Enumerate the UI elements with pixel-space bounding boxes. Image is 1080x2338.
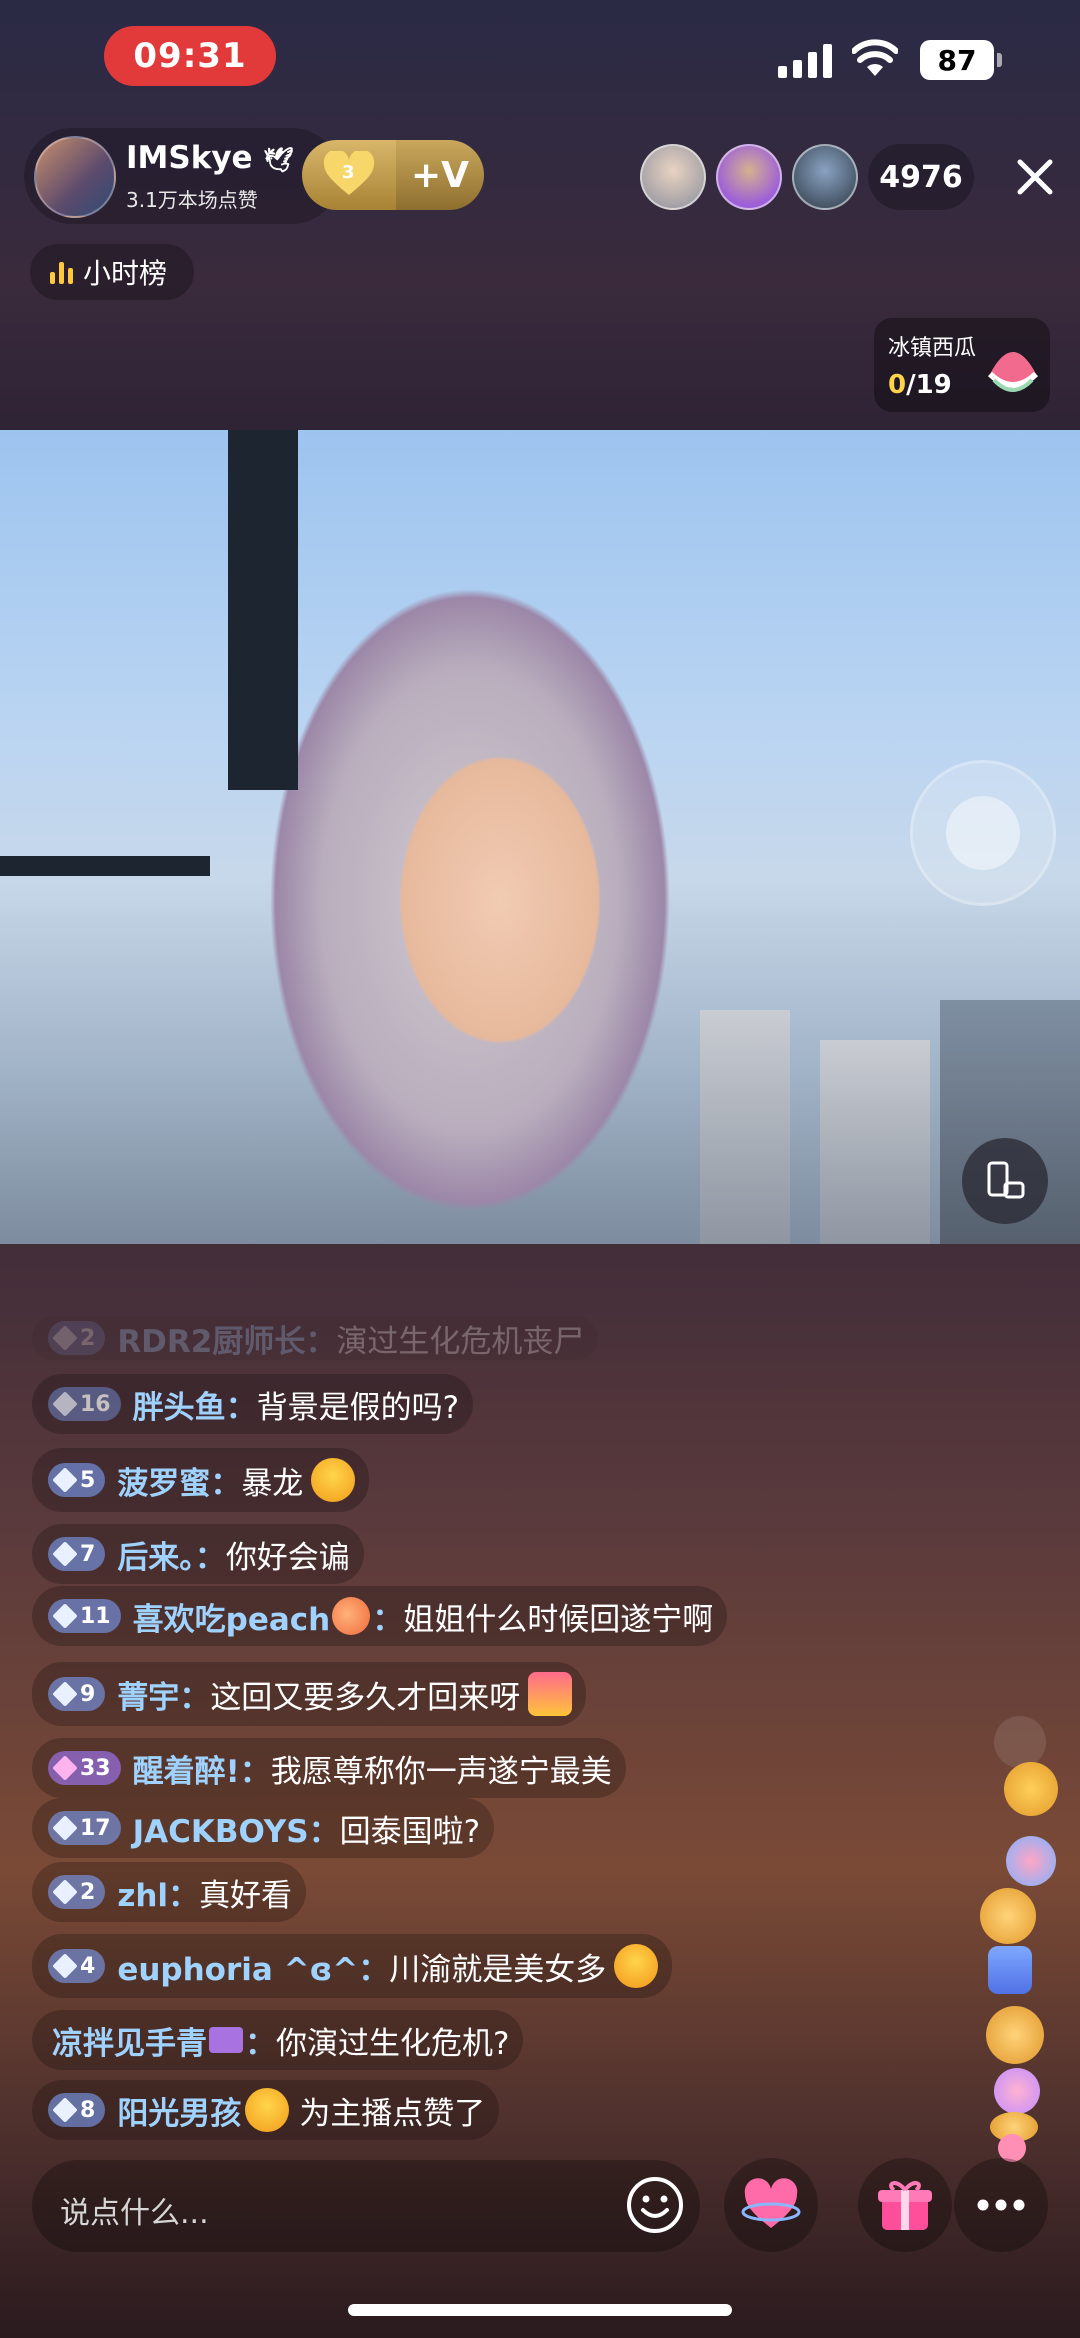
user-level-badge: 2 <box>48 1321 106 1355</box>
viewer-avatar-1[interactable] <box>640 144 706 210</box>
chat-username[interactable]: 凉拌见手青 <box>52 2018 207 2063</box>
host-avatar[interactable] <box>34 136 116 218</box>
chat-text: 川渝就是美女多 <box>389 1951 607 1988</box>
chat-text: 为主播点赞了 <box>299 2095 486 2132</box>
close-icon[interactable] <box>1010 152 1060 202</box>
finger-heart-emoji-icon <box>528 1672 573 1716</box>
chat-message[interactable]: 4 euphoria ^ɞ^： 川渝就是美女多 <box>32 1934 673 1998</box>
chat-text: 你演过生化危机? <box>276 2025 510 2062</box>
chat-text: 你好会谝 <box>225 1539 350 1576</box>
user-level-badge: 11 <box>48 1599 121 1633</box>
chat-username[interactable]: euphoria ^ɞ^： <box>117 1944 389 1989</box>
chat-message[interactable]: 2 RDR2厨师长： 演过生化危机丧尸 <box>32 1316 599 1361</box>
shocked-face-emoji-icon <box>311 1458 356 1502</box>
rock-hand-emoji-icon <box>980 1888 1036 1944</box>
watermelon-icon <box>987 352 1039 392</box>
chat-text: 暴龙 <box>241 1465 304 1502</box>
chat-message[interactable]: 16 胖头鱼： 背景是假的吗? <box>32 1374 474 1434</box>
chat-username-suffix: ： <box>245 2025 276 2062</box>
chart-bars-icon <box>50 260 73 284</box>
user-level-badge: 2 <box>48 1875 106 1909</box>
heart-emoji-icon <box>1006 1836 1056 1886</box>
lightning-emoji-icon <box>988 1946 1032 1994</box>
like-button[interactable] <box>724 2158 818 2252</box>
comment-placeholder: 说点什么... <box>60 2196 209 2231</box>
chat-message[interactable]: 5 菠罗蜜： 暴龙 <box>32 1448 370 1512</box>
task-progress: 0/19 <box>888 370 952 400</box>
hourly-rank-button[interactable]: 小时榜 <box>30 244 194 300</box>
chat-message[interactable]: 11 喜欢吃peach ： 姐姐什么时候回遂宁啊 <box>32 1586 728 1646</box>
chat-text: 回泰国啦? <box>339 1813 481 1850</box>
status-time: 09:31 <box>104 26 276 86</box>
window-frame <box>228 430 298 790</box>
chat-text: 这回又要多久才回来呀 <box>210 1679 521 1716</box>
building <box>820 1040 930 1244</box>
chat-username[interactable]: RDR2厨师长： <box>117 1316 336 1361</box>
fan-level: 3 <box>342 162 355 183</box>
chat-username[interactable]: 胖头鱼： <box>133 1382 257 1427</box>
chat-username[interactable]: zhl： <box>117 1870 199 1915</box>
viewer-avatar-2[interactable] <box>716 144 782 210</box>
rotate-screen-icon[interactable] <box>962 1138 1048 1224</box>
thumbs-up-emoji-icon <box>1004 1762 1058 1816</box>
viewer-avatar-3[interactable] <box>792 144 858 210</box>
user-level-badge: 4 <box>48 1949 106 1983</box>
gift-icon <box>878 2181 932 2230</box>
smile-icon[interactable] <box>624 2174 686 2236</box>
wifi-icon <box>852 39 898 76</box>
chat-message[interactable]: 8 阳光男孩 为主播点赞了 <box>32 2080 500 2140</box>
floating-assist-knob <box>946 796 1020 870</box>
user-level-badge: 5 <box>48 1463 106 1497</box>
more-icon[interactable] <box>954 2158 1048 2252</box>
chat-username[interactable]: 醒着醉!： <box>133 1746 271 1791</box>
chat-text: 背景是假的吗? <box>256 1389 460 1426</box>
rock-hand-emoji-icon <box>986 2006 1044 2064</box>
smiling-hearts-emoji-icon <box>245 2088 290 2132</box>
chat-username[interactable]: 阳光男孩 <box>117 2088 241 2133</box>
chat-username[interactable]: 喜欢吃peach <box>133 1594 331 1639</box>
heart-emoji-icon <box>994 2068 1040 2114</box>
peach-emoji-icon <box>332 1597 371 1635</box>
fan-club-button[interactable]: 3 <box>302 140 396 210</box>
user-level-badge: 17 <box>48 1811 121 1845</box>
chat-message[interactable]: 9 菁宇： 这回又要多久才回来呀 <box>32 1662 587 1726</box>
user-level-badge: 33 <box>48 1751 121 1785</box>
building <box>700 1010 790 1244</box>
task-title: 冰镇西瓜 <box>888 336 977 361</box>
rank-label: 小时榜 <box>83 257 168 290</box>
window-frame-rail <box>0 856 210 876</box>
like-bubble-icon <box>994 1716 1046 1768</box>
chat-username-suffix: ： <box>372 1601 404 1638</box>
chat-message[interactable]: 33 醒着醉!： 我愿尊称你一声遂宁最美 <box>32 1738 626 1798</box>
chat-text: 真好看 <box>199 1877 293 1914</box>
chat-text: 姐姐什么时候回遂宁啊 <box>403 1601 714 1638</box>
home-indicator[interactable] <box>348 2304 732 2316</box>
chat-message[interactable]: 7 后来。： 你好会谝 <box>32 1524 364 1584</box>
cellular-signal-icon <box>778 42 836 78</box>
heart-icon <box>741 2178 801 2228</box>
host-name[interactable]: IMSkye 🕊 <box>126 140 294 176</box>
chat-username[interactable]: 菁宇： <box>117 1672 210 1717</box>
user-level-badge: 9 <box>48 1677 106 1711</box>
space-invader-emoji-icon <box>209 2027 243 2053</box>
user-level-badge: 8 <box>48 2093 106 2127</box>
user-level-badge: 7 <box>48 1537 106 1571</box>
dove-icon: 🕊 <box>263 146 294 174</box>
viewer-count[interactable]: 4976 <box>868 144 974 210</box>
chat-username[interactable]: JACKBOYS： <box>133 1806 340 1851</box>
chat-message[interactable]: 2 zhl： 真好看 <box>32 1862 307 1922</box>
follow-plus-button[interactable]: +V <box>396 140 484 210</box>
chat-text: 演过生化危机丧尸 <box>336 1323 585 1360</box>
host-likes-count: 3.1万本场点赞 <box>126 188 258 212</box>
gift-button[interactable] <box>858 2158 952 2252</box>
chat-message[interactable]: 17 JACKBOYS： 回泰国啦? <box>32 1798 495 1858</box>
chat-text: 我愿尊称你一声遂宁最美 <box>270 1753 612 1790</box>
chat-username[interactable]: 菠罗蜜： <box>117 1458 241 1503</box>
chat-username[interactable]: 后来。： <box>117 1532 226 1577</box>
heart-eyes-emoji-icon <box>614 1944 659 1988</box>
chat-message[interactable]: 凉拌见手青 ： 你演过生化危机? <box>32 2010 524 2070</box>
user-level-badge: 16 <box>48 1387 121 1421</box>
battery-indicator: 87 <box>920 40 1002 80</box>
